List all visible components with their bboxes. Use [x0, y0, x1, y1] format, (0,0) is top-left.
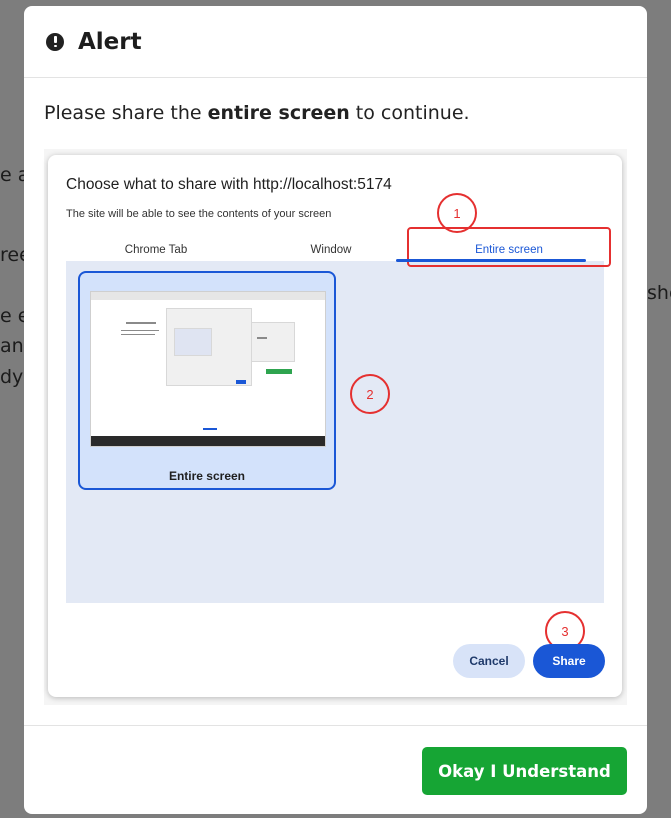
message-prefix: Please share the: [44, 102, 208, 124]
thumbnail-text: [126, 322, 156, 324]
thumbnail-panel: [174, 328, 212, 356]
entire-screen-thumbnail-card[interactable]: Entire screen: [78, 271, 336, 490]
picker-cancel-button[interactable]: Cancel: [453, 644, 525, 678]
exclamation-circle-icon: [46, 32, 64, 51]
background-text-fragment: sho: [647, 282, 671, 304]
thumbnail-panel: [251, 322, 295, 362]
step-marker-1: 1: [437, 193, 477, 233]
thumbnail-dock: [91, 436, 325, 446]
picker-content-area: Entire screen: [66, 261, 604, 603]
share-picker-dialog: Choose what to share with http://localho…: [48, 155, 622, 697]
instruction-screenshot: Choose what to share with http://localho…: [44, 149, 627, 705]
dialog-title: Alert: [78, 28, 142, 55]
message-emphasis: entire screen: [207, 102, 350, 124]
thumbnail-button: [266, 369, 292, 374]
thumbnail-text: [121, 334, 155, 335]
thumbnail-menubar: [91, 292, 325, 300]
picker-share-button[interactable]: Share: [533, 644, 605, 678]
alert-dialog: Alert Please share the entire screen to …: [24, 6, 647, 814]
thumbnail-text: [203, 428, 217, 430]
message-suffix: to continue.: [349, 102, 470, 124]
thumbnail-button: [236, 380, 246, 384]
picker-subtitle: The site will be able to see the content…: [66, 208, 332, 220]
screen-preview-thumbnail: [90, 291, 326, 447]
dialog-footer: Okay I Understand: [24, 725, 647, 814]
thumbnail-text: [121, 330, 159, 331]
dialog-header: Alert: [24, 6, 647, 78]
okay-understand-button[interactable]: Okay I Understand: [422, 747, 627, 795]
picker-title: Choose what to share with http://localho…: [66, 176, 392, 193]
step-marker-2: 2: [350, 374, 390, 414]
thumbnail-label: Entire screen: [168, 469, 246, 483]
thumbnail-text: [257, 337, 267, 339]
active-tab-underline: [396, 259, 586, 262]
dialog-message: Please share the entire screen to contin…: [44, 102, 470, 124]
